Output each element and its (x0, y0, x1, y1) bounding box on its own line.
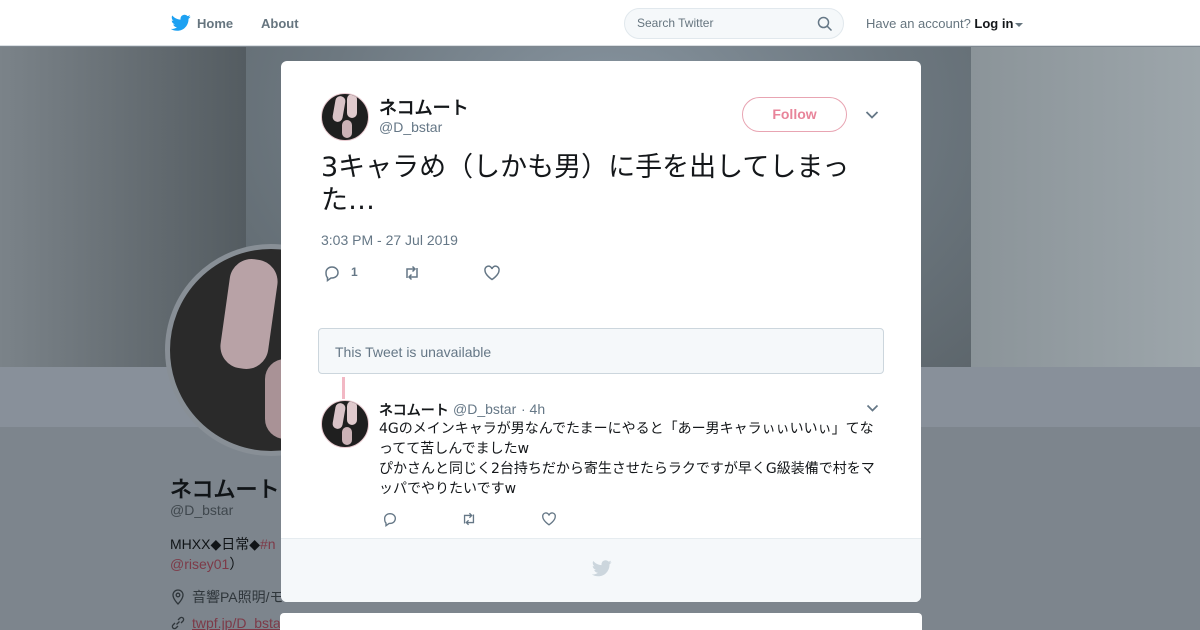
login-link[interactable]: Log in (974, 16, 1013, 31)
bio-text: MHXX◆日常◆ (170, 536, 260, 552)
retweet-icon (406, 265, 418, 281)
retweet-button[interactable] (403, 264, 421, 282)
bio-hashtag[interactable]: #n (260, 536, 276, 552)
retweet-icon (463, 512, 475, 526)
reply-time[interactable]: · 4h (521, 401, 545, 417)
close-icon[interactable] (1155, 13, 1177, 35)
location-icon (172, 589, 184, 605)
search-icon[interactable] (817, 16, 833, 32)
modal-footer (281, 538, 921, 602)
chevron-down-icon[interactable] (866, 404, 879, 413)
reply-icon (383, 512, 397, 527)
url-link[interactable]: twpf.jp/D_bsta (192, 615, 281, 630)
like-button[interactable] (483, 264, 501, 282)
search-placeholder: Search Twitter (637, 16, 714, 30)
banner-right-shade (971, 47, 1200, 367)
avatar[interactable] (321, 400, 369, 448)
author-name[interactable]: ネコムート (379, 94, 469, 120)
nav-about-link[interactable]: About (261, 16, 299, 31)
account-prompt-text: Have an account? (866, 16, 971, 31)
reply-button[interactable] (323, 264, 341, 282)
search-input[interactable]: Search Twitter (624, 8, 844, 39)
nav-home-link[interactable]: Home (197, 16, 233, 31)
reply-text-line: 4Gのメインキャラが男なんでたまーにやると「あー男キャラぃぃいいぃ」てなってて苦… (379, 421, 874, 457)
like-icon (484, 265, 500, 281)
unavailable-tweet-notice: This Tweet is unavailable (318, 328, 884, 374)
twitter-bird-icon (592, 560, 612, 577)
reply-icon (325, 266, 339, 282)
tweet-timestamp[interactable]: 3:03 PM - 27 Jul 2019 (321, 232, 458, 248)
location-text: 音響PA照明/モ (192, 589, 284, 605)
profile-name: ネコムート (170, 477, 280, 502)
profile-bio-mention-line: @risey01） (170, 554, 243, 574)
bio-mention-suffix: ） (229, 556, 244, 572)
reply-count: 1 (351, 265, 358, 279)
chevron-down-icon[interactable] (865, 110, 879, 120)
timeline-card (280, 613, 922, 630)
chevron-down-icon[interactable] (1015, 22, 1024, 27)
reply-author-name[interactable]: ネコムート (379, 400, 449, 420)
profile-location: 音響PA照明/モ (170, 587, 284, 607)
reply-author-handle[interactable]: @D_bstar (453, 401, 516, 417)
thread-connector (342, 377, 345, 399)
profile-url: twpf.jp/D_bsta (170, 615, 281, 630)
reply-text: 4Gのメインキャラが男なんでたまーにやると「あー男キャラぃぃいいぃ」てなってて苦… (379, 419, 879, 499)
like-icon (542, 512, 556, 526)
top-navigation-bar: Home About Search Twitter Have an accoun… (0, 0, 1200, 46)
like-button[interactable] (541, 511, 557, 532)
reply-text-line: ぴかさんと同じく2台持ちだから寄生させたらラクですが早くG級装備で村をマッパでや… (379, 461, 875, 497)
login-prompt: Have an account? Log in (866, 16, 1024, 31)
twitter-bird-icon[interactable] (171, 14, 191, 32)
author-handle[interactable]: @D_bstar (379, 119, 442, 135)
avatar[interactable] (321, 93, 369, 141)
follow-button[interactable]: Follow (742, 97, 847, 132)
retweet-button[interactable] (461, 511, 477, 532)
link-icon (171, 616, 185, 630)
tweet-modal: ネコムート @D_bstar Follow 3キャラめ（しかも男）に手を出してし… (281, 61, 921, 602)
tweet-text: 3キャラめ（しかも男）に手を出してしまった… (321, 152, 850, 216)
reply-button[interactable] (382, 511, 398, 532)
profile-handle: @D_bstar (170, 502, 234, 518)
profile-bio: MHXX◆日常◆#n (170, 534, 276, 554)
bio-mention[interactable]: @risey01 (170, 556, 229, 572)
